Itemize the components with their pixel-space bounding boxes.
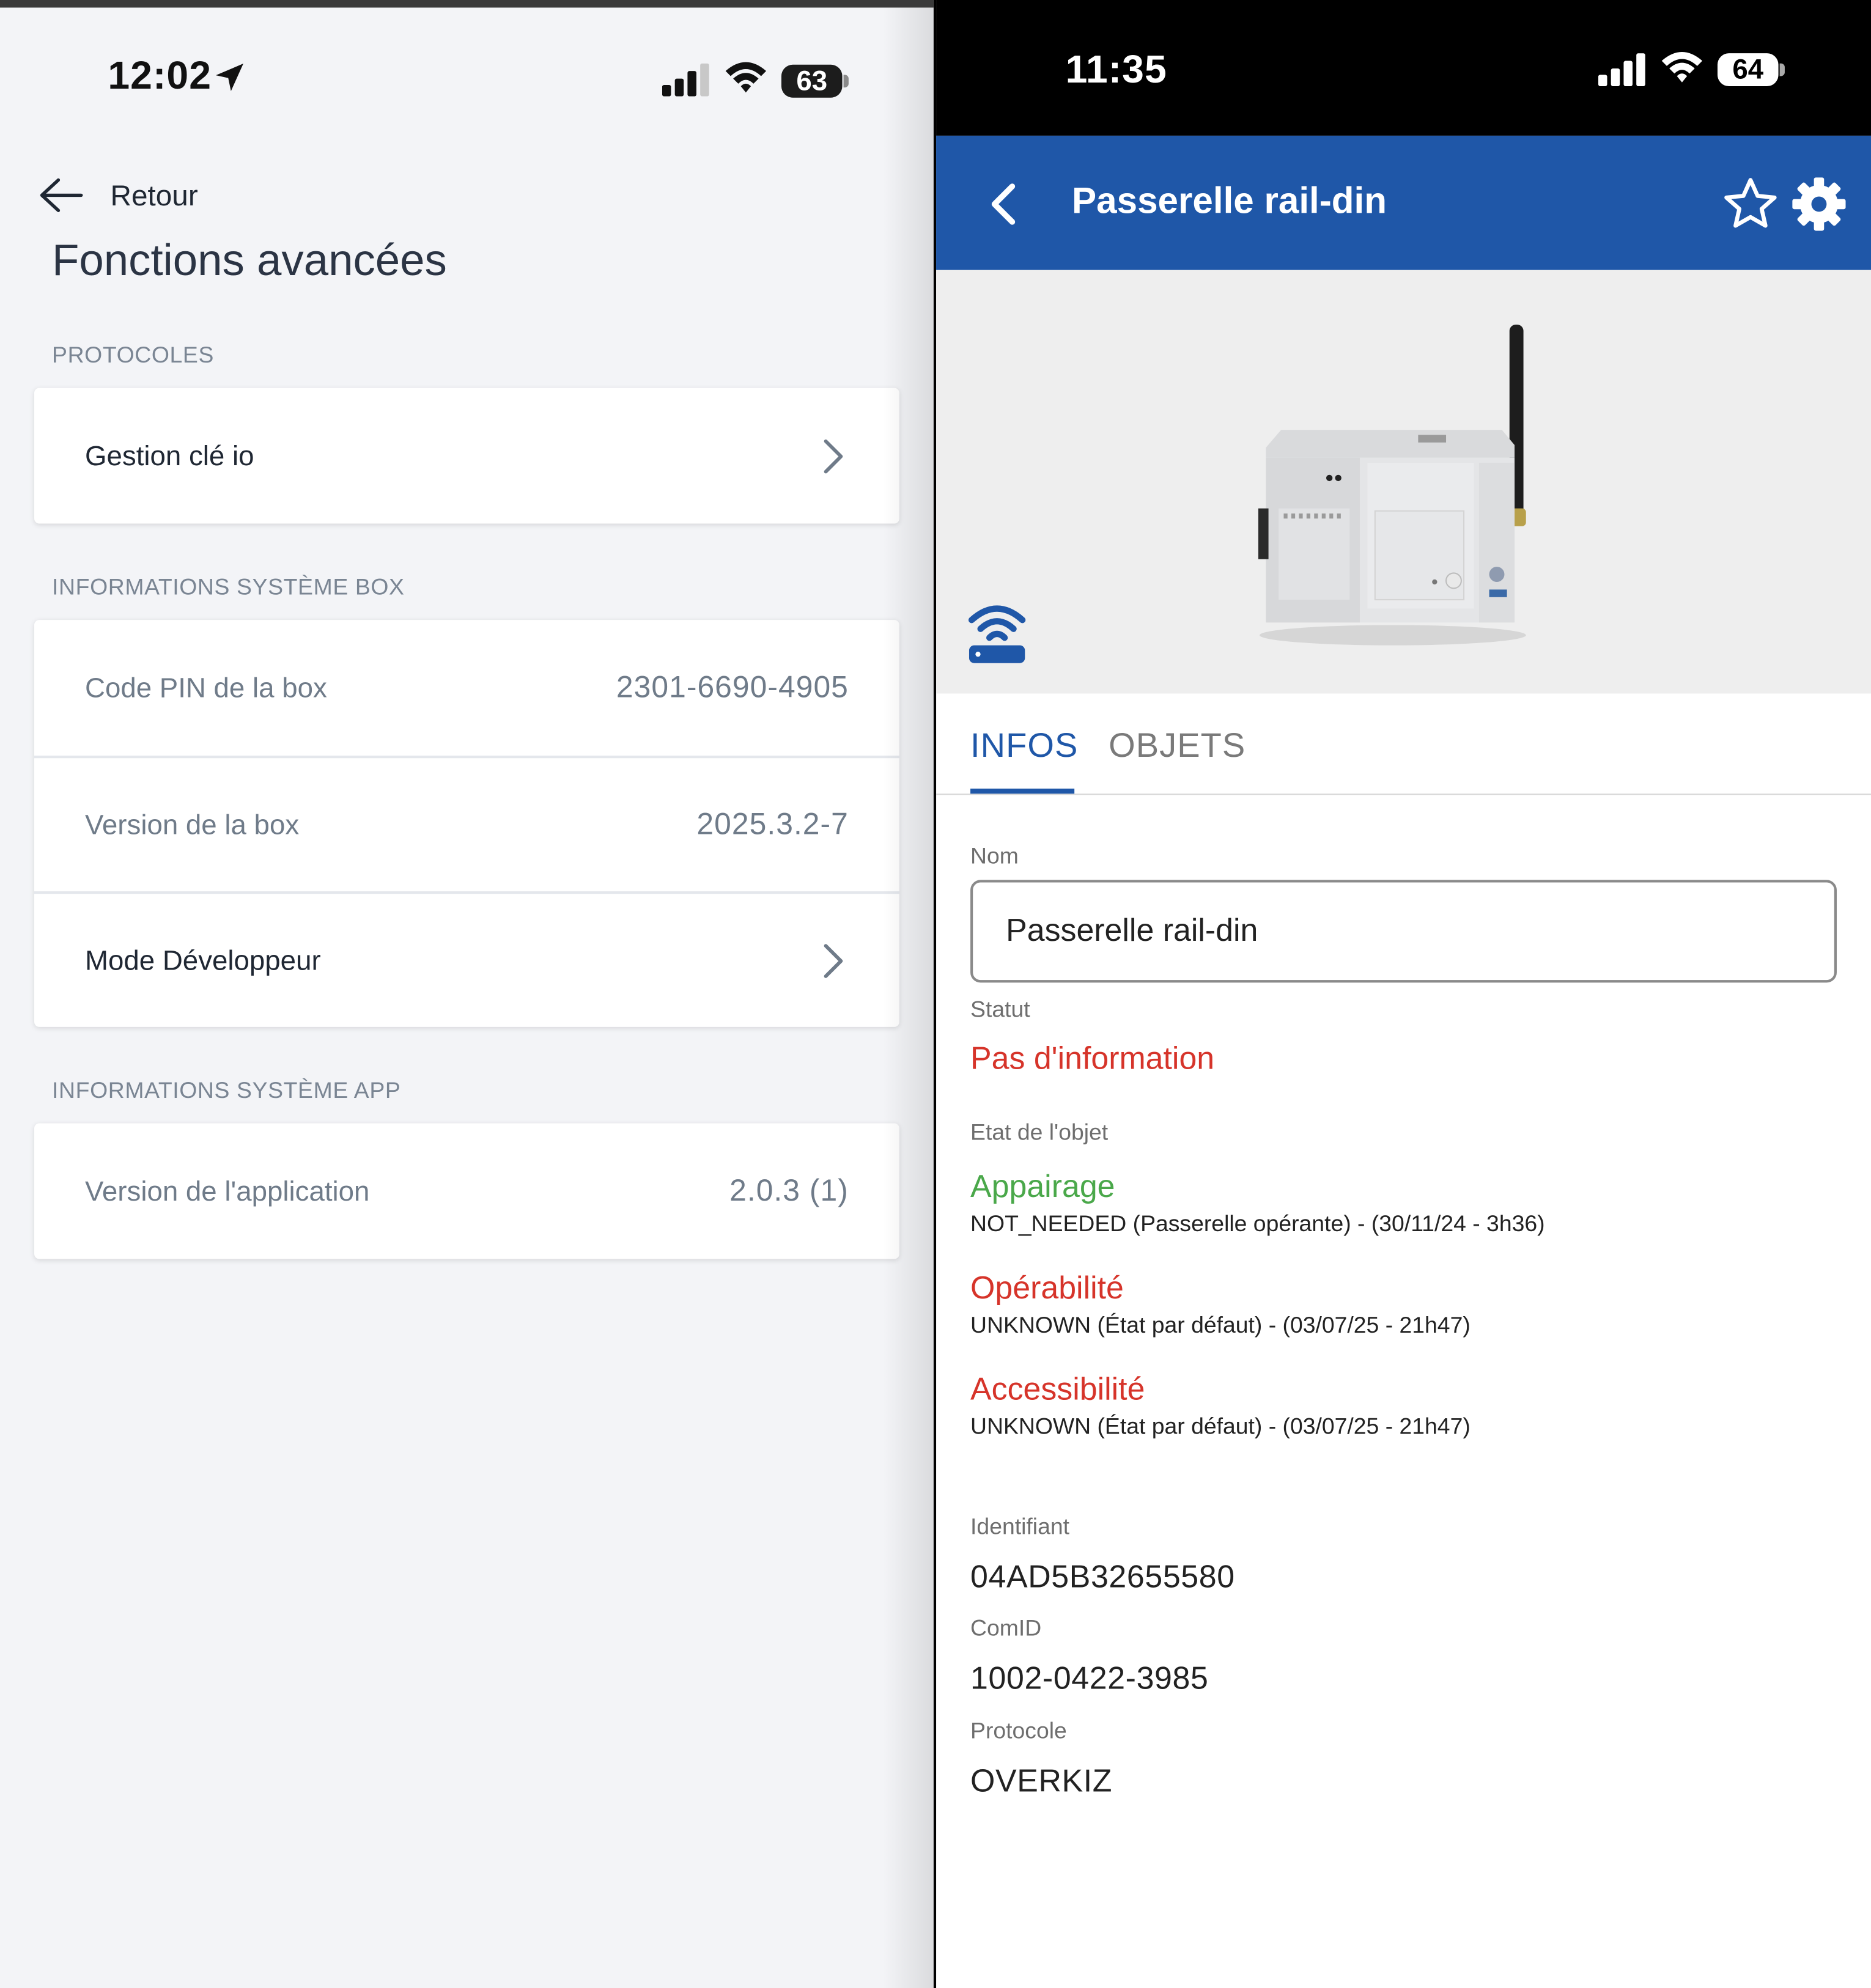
app-version-value: 2.0.3 (1) — [729, 1173, 849, 1208]
box-version-value: 2025.3.2-7 — [696, 807, 849, 842]
battery-indicator: 64 — [1717, 53, 1779, 87]
battery-indicator: 63 — [781, 64, 843, 98]
chevron-right-icon — [824, 438, 843, 473]
name-field-label: Nom — [970, 843, 1019, 869]
card-protocols: Gestion clé io — [34, 388, 899, 524]
gateway-device-image — [1258, 324, 1526, 646]
state-detail-operabilite: UNKNOWN (État par défaut) - (03/07/25 - … — [970, 1312, 1471, 1338]
chevron-left-icon[interactable] — [987, 182, 1017, 227]
state-detail-appairage: NOT_NEEDED (Passerelle opérante) - (30/1… — [970, 1210, 1545, 1237]
wifi-icon — [725, 62, 767, 93]
card-box-info: Code PIN de la box 2301-6690-4905 Versio… — [34, 620, 899, 1027]
row-gestion-cle-io[interactable]: Gestion clé io — [34, 388, 899, 524]
row-developer-mode[interactable]: Mode Développeur — [34, 891, 899, 1027]
status-bar: 12:02 63 — [0, 7, 934, 147]
radio-gateway-icon — [968, 605, 1026, 663]
location-arrow-icon — [216, 64, 243, 91]
tab-infos[interactable]: INFOS — [970, 726, 1078, 765]
star-outline-icon[interactable] — [1722, 176, 1778, 232]
section-label-protocols: PROTOCOLES — [52, 342, 214, 368]
row-label: Code PIN de la box — [84, 671, 327, 704]
screenshot-composite: 12:02 63 Retour Fonctions avancées PROTO… — [0, 0, 1871, 1988]
battery-cap — [1779, 63, 1785, 76]
status-time: 11:35 — [1065, 46, 1167, 92]
app-bar-title: Passerelle rail-din — [1072, 181, 1387, 222]
back-label: Retour — [110, 178, 198, 212]
state-title-accessibilite: Accessibilité — [970, 1372, 1145, 1408]
state-title-operabilite: Opérabilité — [970, 1270, 1124, 1306]
chevron-right-icon — [824, 943, 843, 977]
tab-objets[interactable]: OBJETS — [1109, 726, 1245, 765]
identifier-label: Identifiant — [970, 1514, 1070, 1539]
comid-value: 1002-0422-3985 — [970, 1660, 1209, 1696]
row-label: Version de l'application — [84, 1174, 370, 1207]
active-tab-indicator — [970, 789, 1075, 794]
status-time: 12:02 — [108, 53, 212, 98]
cellular-signal-icon — [1598, 53, 1645, 87]
gear-icon[interactable] — [1791, 176, 1847, 232]
app-bar: Passerelle rail-din — [936, 135, 1871, 270]
protocol-label: Protocole — [970, 1718, 1067, 1743]
tab-bar: INFOS OBJETS — [936, 693, 1871, 795]
object-state-label: Etat de l'objet — [970, 1119, 1109, 1145]
page-title: Fonctions avancées — [52, 235, 447, 285]
arrow-left-icon — [40, 178, 83, 212]
back-button[interactable]: Retour — [38, 170, 198, 221]
device-image-area — [936, 270, 1871, 694]
pin-code-value: 2301-6690-4905 — [616, 670, 849, 705]
section-label-box-info: INFORMATIONS SYSTÈME BOX — [52, 574, 405, 600]
status-field-label: Statut — [970, 996, 1030, 1022]
status-value: Pas d'information — [970, 1040, 1215, 1077]
card-app-info: Version de l'application 2.0.3 (1) — [34, 1123, 899, 1259]
left-screen-advanced-functions: 12:02 63 Retour Fonctions avancées PROTO… — [0, 0, 934, 1988]
row-app-version: Version de l'application 2.0.3 (1) — [34, 1124, 899, 1259]
protocol-value: OVERKIZ — [970, 1763, 1113, 1799]
row-box-version: Version de la box 2025.3.2-7 — [34, 756, 899, 891]
cellular-signal-icon — [662, 63, 709, 97]
section-label-app-info: INFORMATIONS SYSTÈME APP — [52, 1077, 401, 1103]
state-title-appairage: Appairage — [970, 1169, 1115, 1205]
wifi-icon — [1661, 52, 1703, 83]
row-pin-code: Code PIN de la box 2301-6690-4905 — [34, 620, 899, 756]
state-detail-accessibilite: UNKNOWN (État par défaut) - (03/07/25 - … — [970, 1413, 1471, 1439]
comid-label: ComID — [970, 1615, 1042, 1641]
row-label: Mode Développeur — [84, 944, 321, 976]
battery-cap — [843, 75, 849, 88]
row-label: Version de la box — [84, 808, 300, 841]
status-bar: 11:35 64 — [936, 0, 1871, 136]
name-input[interactable] — [970, 880, 1837, 983]
row-label: Gestion clé io — [84, 439, 254, 471]
identifier-value: 04AD5B32655580 — [970, 1559, 1235, 1596]
right-screen-device-details: 11:35 64 Passerelle rail-din INFOS OBJET… — [936, 0, 1871, 1988]
